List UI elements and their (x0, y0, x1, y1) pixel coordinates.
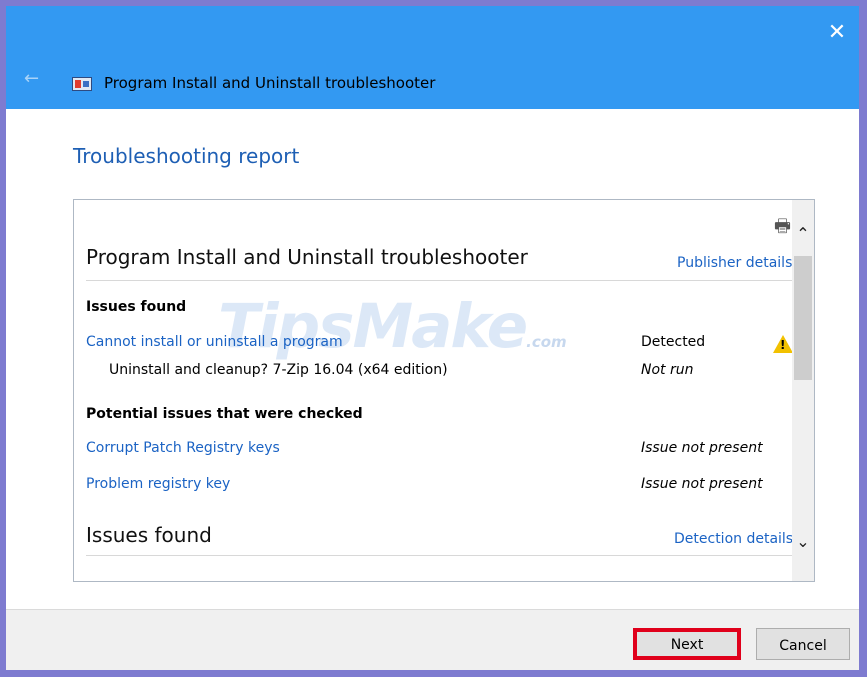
checked-issues-label: Potential issues that were checked (86, 406, 363, 422)
sub-issue-status: Not run (641, 362, 694, 378)
scroll-down-arrow-icon[interactable]: ⌄ (792, 530, 814, 554)
title-bar: ✕ ← Program Install and Uninstall troubl… (6, 6, 859, 109)
tipsmake-watermark: TipsMake.com (218, 291, 567, 362)
vertical-scrollbar[interactable]: ⌃ ⌄ (792, 200, 814, 581)
troubleshooter-window: ✕ ← Program Install and Uninstall troubl… (6, 6, 859, 670)
program-install-icon (72, 77, 92, 91)
close-button[interactable]: ✕ (819, 18, 855, 48)
divider (86, 280, 801, 281)
issue-link[interactable]: Cannot install or uninstall a program (86, 334, 343, 350)
page-heading: Troubleshooting report (73, 144, 300, 168)
cancel-button[interactable]: Cancel (756, 628, 850, 660)
back-button[interactable]: ← (24, 68, 39, 89)
report-title: Program Install and Uninstall troublesho… (86, 245, 528, 269)
warning-icon: ! (773, 335, 793, 353)
checked-issue-link-2[interactable]: Problem registry key (86, 476, 230, 492)
printer-icon[interactable]: 🖶 (774, 214, 791, 244)
scrollbar-thumb[interactable] (794, 256, 812, 380)
sub-issue-text: Uninstall and cleanup? 7-Zip 16.04 (x64 … (109, 362, 448, 378)
detection-details-link[interactable]: Detection details (674, 531, 793, 547)
issues-found-label: Issues found (86, 299, 187, 315)
troubleshooting-report-pane[interactable]: TipsMake.com 🖶 Program Install and Unins… (73, 199, 815, 582)
checked-issue-status-2: Issue not present (641, 476, 763, 492)
window-title: Program Install and Uninstall troublesho… (104, 74, 436, 92)
divider (86, 555, 801, 556)
issues-found-section-title: Issues found (86, 523, 212, 547)
issue-status: Detected (641, 334, 706, 350)
close-icon: ✕ (827, 20, 847, 45)
scroll-up-arrow-icon[interactable]: ⌃ (792, 222, 814, 246)
publisher-details-link[interactable]: Publisher details (677, 255, 792, 271)
dialog-footer: Next Cancel (6, 609, 859, 670)
next-button[interactable]: Next (633, 628, 741, 660)
checked-issue-link-1[interactable]: Corrupt Patch Registry keys (86, 440, 280, 456)
back-arrow-icon: ← (24, 68, 40, 89)
checked-issue-status-1: Issue not present (641, 440, 763, 456)
